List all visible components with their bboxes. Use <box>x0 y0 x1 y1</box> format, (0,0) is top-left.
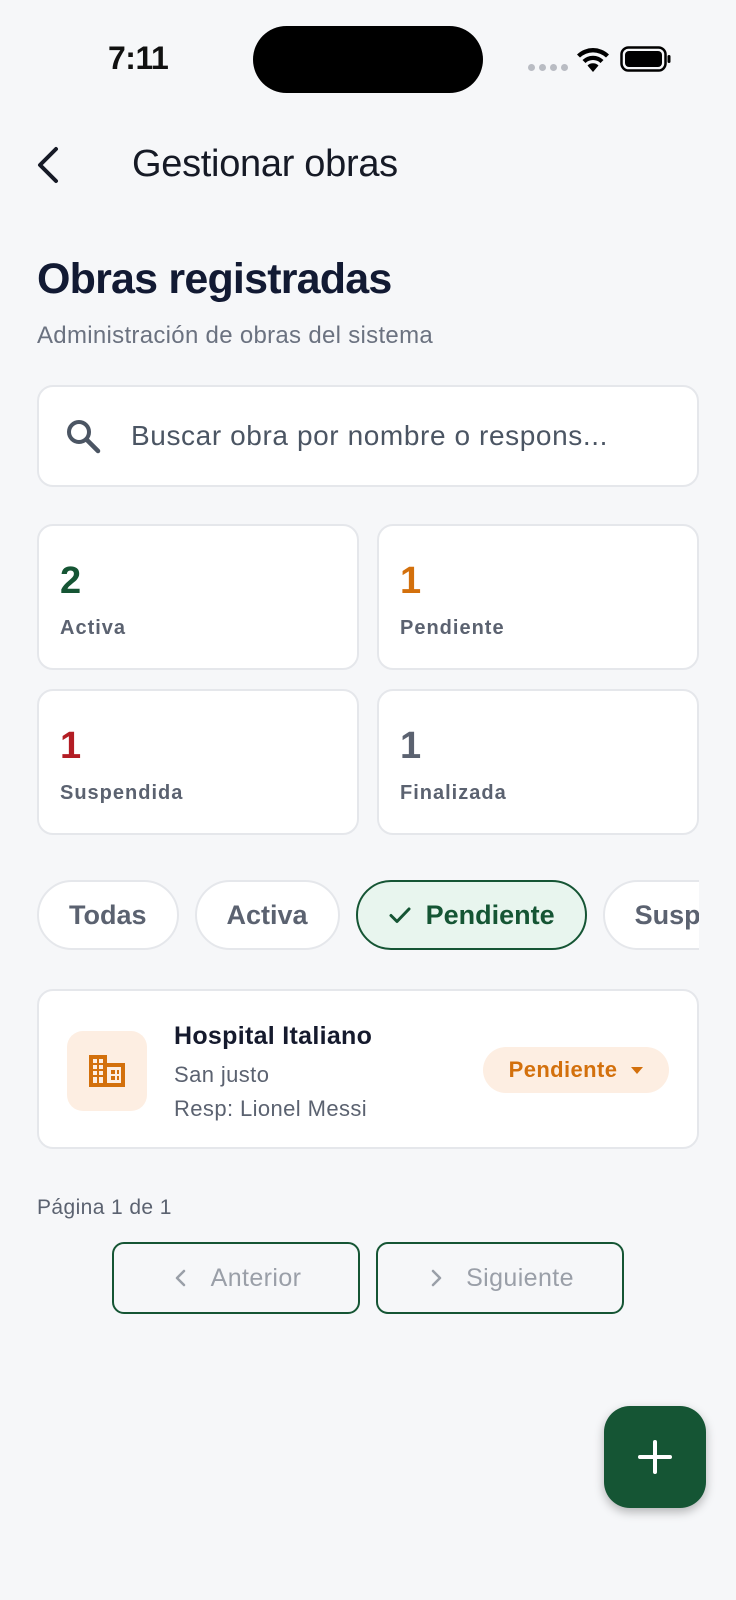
wifi-icon <box>577 48 609 72</box>
filter-chip-pendiente[interactable]: Pendiente <box>355 880 587 950</box>
add-obra-button[interactable] <box>604 1406 706 1508</box>
stat-card-activa[interactable]: 2 Activa <box>37 524 359 670</box>
pagination-info: Página 1 de 1 <box>37 1196 172 1219</box>
cellular-signal-icon <box>528 64 568 71</box>
chip-label: Suspendida <box>634 899 699 930</box>
chip-label: Activa <box>226 899 308 930</box>
stat-value: 1 <box>60 725 82 767</box>
filter-chip-suspendida[interactable]: Suspendida <box>602 880 699 950</box>
next-page-button[interactable]: Siguiente <box>376 1242 624 1314</box>
filter-chip-activa[interactable]: Activa <box>194 880 340 950</box>
page-title: Obras registradas <box>37 255 392 303</box>
obra-responsible: Resp: Lionel Messi <box>174 1096 368 1121</box>
stat-label: Finalizada <box>400 782 507 804</box>
page-subtitle: Administración de obras del sistema <box>37 322 434 349</box>
caret-down-icon <box>631 1066 644 1074</box>
stat-value: 1 <box>400 725 422 767</box>
stat-card-pendiente[interactable]: 1 Pendiente <box>377 524 699 670</box>
previous-page-label: Anterior <box>210 1263 302 1292</box>
battery-icon <box>620 46 671 72</box>
search-input[interactable] <box>131 420 671 452</box>
check-icon <box>389 907 411 923</box>
obra-icon-container <box>67 1031 147 1111</box>
app-bar-title: Gestionar obras <box>132 143 398 185</box>
stat-card-finalizada[interactable]: 1 Finalizada <box>377 689 699 835</box>
next-page-label: Siguiente <box>466 1263 574 1292</box>
chip-label: Pendiente <box>425 899 555 930</box>
status-dropdown[interactable]: Pendiente <box>483 1047 669 1093</box>
dynamic-island <box>253 26 483 93</box>
stat-label: Suspendida <box>60 782 184 804</box>
chevron-left-icon <box>38 147 58 183</box>
chevron-right-icon <box>431 1269 442 1287</box>
search-bar[interactable] <box>37 385 699 487</box>
chevron-left-icon <box>175 1269 185 1287</box>
search-icon <box>67 420 101 454</box>
filter-chip-todas[interactable]: Todas <box>37 880 179 950</box>
obra-location: San justo <box>174 1062 270 1087</box>
stat-value: 2 <box>60 560 82 602</box>
stat-value: 1 <box>400 560 422 602</box>
filter-chips: Todas Activa Pendiente Suspendida <box>37 880 699 952</box>
building-icon <box>89 1055 125 1087</box>
screen: 7:11 Gestionar obras Obras registradas A… <box>0 0 736 1600</box>
stat-card-suspendida[interactable]: 1 Suspendida <box>37 689 359 835</box>
previous-page-button[interactable]: Anterior <box>112 1242 360 1314</box>
stat-label: Pendiente <box>400 617 505 639</box>
stat-label: Activa <box>60 617 127 639</box>
chip-label: Todas <box>69 899 147 930</box>
status-dropdown-label: Pendiente <box>508 1057 618 1082</box>
back-button[interactable] <box>32 140 72 190</box>
status-time: 7:11 <box>108 40 169 76</box>
plus-icon <box>638 1440 672 1474</box>
obra-card[interactable]: Hospital Italiano San justo Resp: Lionel… <box>37 989 699 1149</box>
obra-name: Hospital Italiano <box>174 1022 373 1050</box>
